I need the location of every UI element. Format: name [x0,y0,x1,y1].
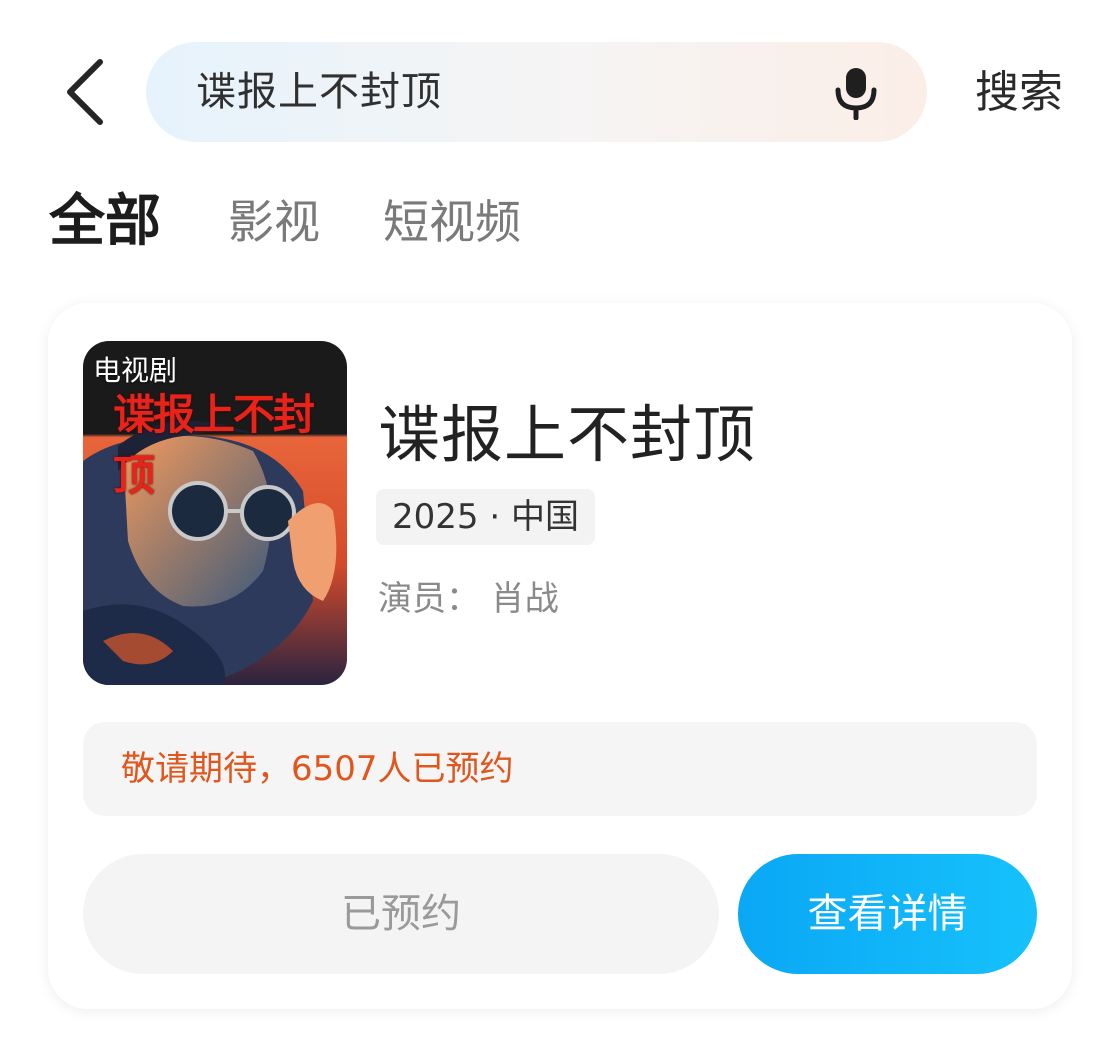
microphone-icon[interactable] [834,66,878,121]
reservation-notice-text: 敬请期待，6507人已预约 [121,749,514,789]
poster-title-logo: 谍报上不封顶 [113,390,315,500]
year-region-badge: 2025 · 中国 [376,489,595,545]
cast-text: 演员： 肖战 [378,579,559,619]
tab-short-video[interactable]: 短视频 [383,186,521,258]
reservation-notice: 敬请期待，6507人已预约 [83,722,1037,816]
result-title[interactable]: 谍报上不封顶 [378,395,756,475]
back-button[interactable] [58,52,118,132]
reserved-button[interactable]: 已预约 [83,854,719,974]
search-input[interactable]: 谍报上不封顶 [146,42,927,142]
chevron-left-icon [67,59,103,125]
poster-image[interactable]: 电视剧 谍报上不封顶 [83,341,347,685]
result-card: 电视剧 谍报上不封顶 谍报上不封顶 2025 · 中国 演员： 肖战 敬请期待，… [48,303,1072,1009]
tab-film[interactable]: 影视 [228,186,320,258]
tab-all[interactable]: 全部 [49,186,161,258]
view-details-button[interactable]: 查看详情 [738,854,1037,974]
search-button[interactable]: 搜索 [975,62,1063,124]
search-query-text: 谍报上不封顶 [196,69,442,115]
